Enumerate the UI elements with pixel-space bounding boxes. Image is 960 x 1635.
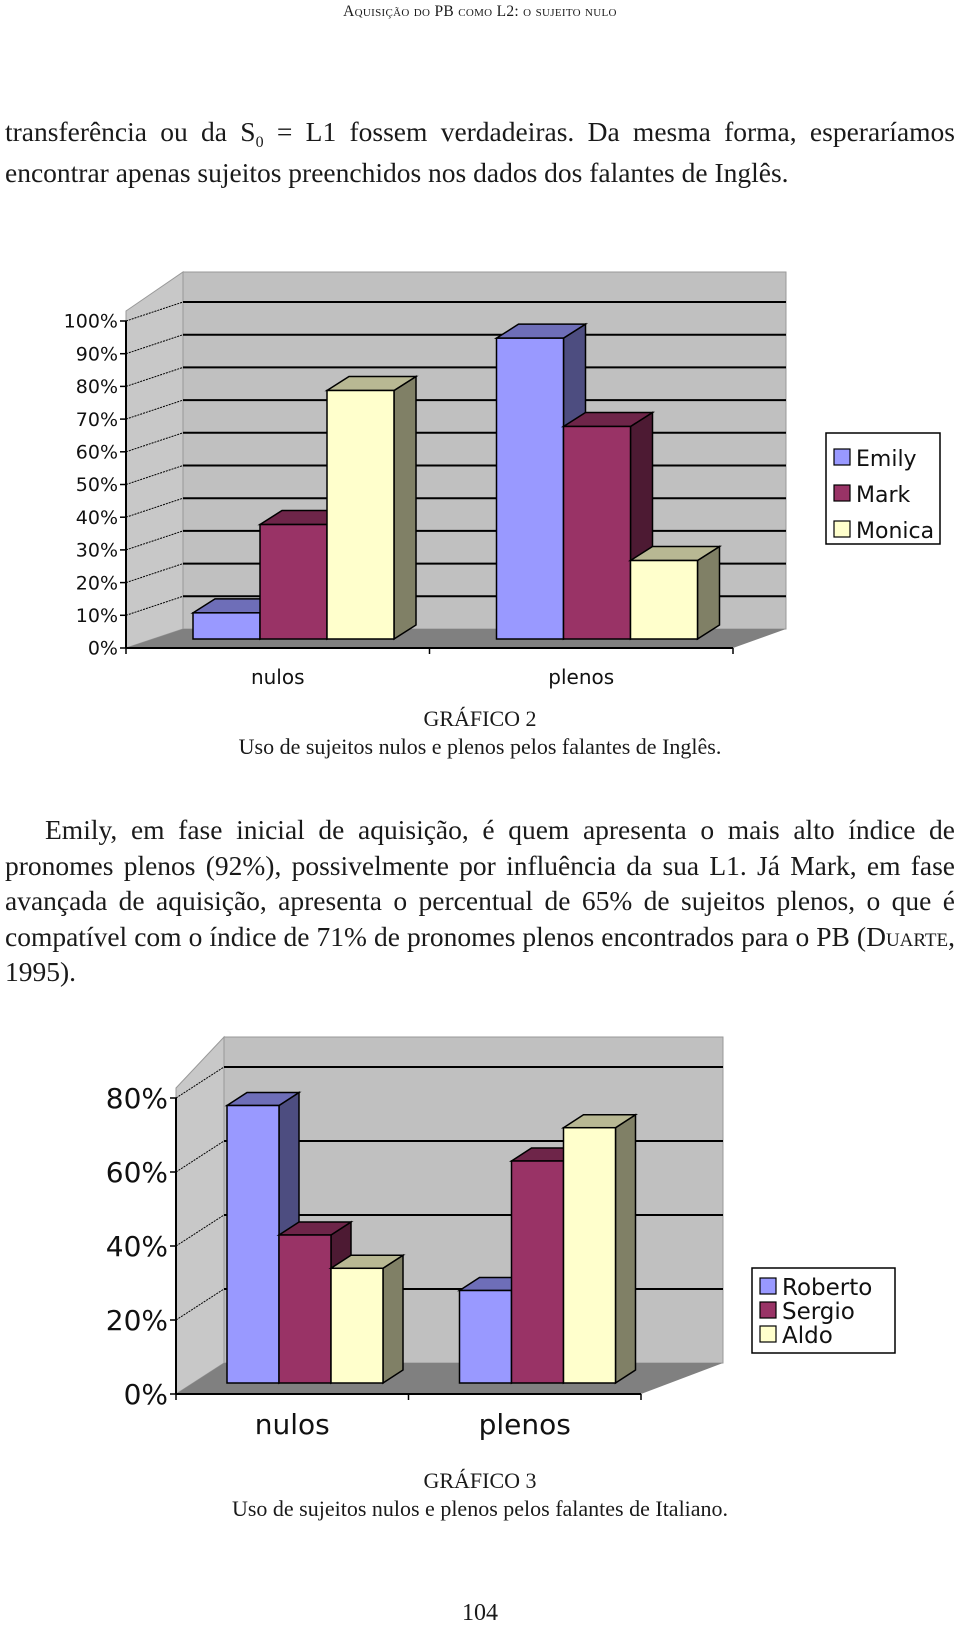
bar-roberto-plenos: [458, 1289, 513, 1384]
y-tick-label: 60%: [106, 1156, 168, 1189]
x-category-label: plenos: [479, 1408, 571, 1441]
legend-label: Aldo: [782, 1323, 833, 1349]
page-number: 104: [462, 1600, 498, 1626]
bar-sergio-nulos: [278, 1234, 332, 1384]
legend-label: Roberto: [782, 1275, 872, 1301]
bar-side: [614, 1113, 637, 1385]
legend-label: Sergio: [782, 1299, 855, 1325]
legend-swatch: [759, 1301, 777, 1319]
bar-aldo-nulos: [330, 1267, 384, 1384]
figure-3-caption-text: Uso de sujeitos nulos e plenos pelos fal…: [231, 1496, 729, 1521]
figure-3-caption: GRÁFICO 3 Uso de sujeitos nulos e plenos…: [0, 1467, 960, 1523]
x-category-label: nulos: [255, 1408, 330, 1441]
figure-3-label: GRÁFICO 3: [423, 1468, 537, 1493]
legend-swatch: [759, 1277, 777, 1295]
y-tick-label: 40%: [106, 1230, 168, 1263]
bar-side: [382, 1253, 404, 1385]
y-tick-label: 0%: [124, 1378, 168, 1411]
y-tick-label: 20%: [106, 1304, 168, 1337]
y-tick-label: 80%: [106, 1082, 168, 1115]
bar-roberto-nulos: [226, 1104, 280, 1384]
bar-sergio-plenos: [510, 1160, 565, 1384]
legend-swatch: [759, 1325, 777, 1343]
bar-aldo-plenos: [562, 1126, 617, 1384]
chart-grafico-3: 0% 20% 40% 60% 80% nulos plenos RobertoSergioAl…: [106, 1035, 896, 1441]
side-wall: [175, 1035, 225, 1395]
